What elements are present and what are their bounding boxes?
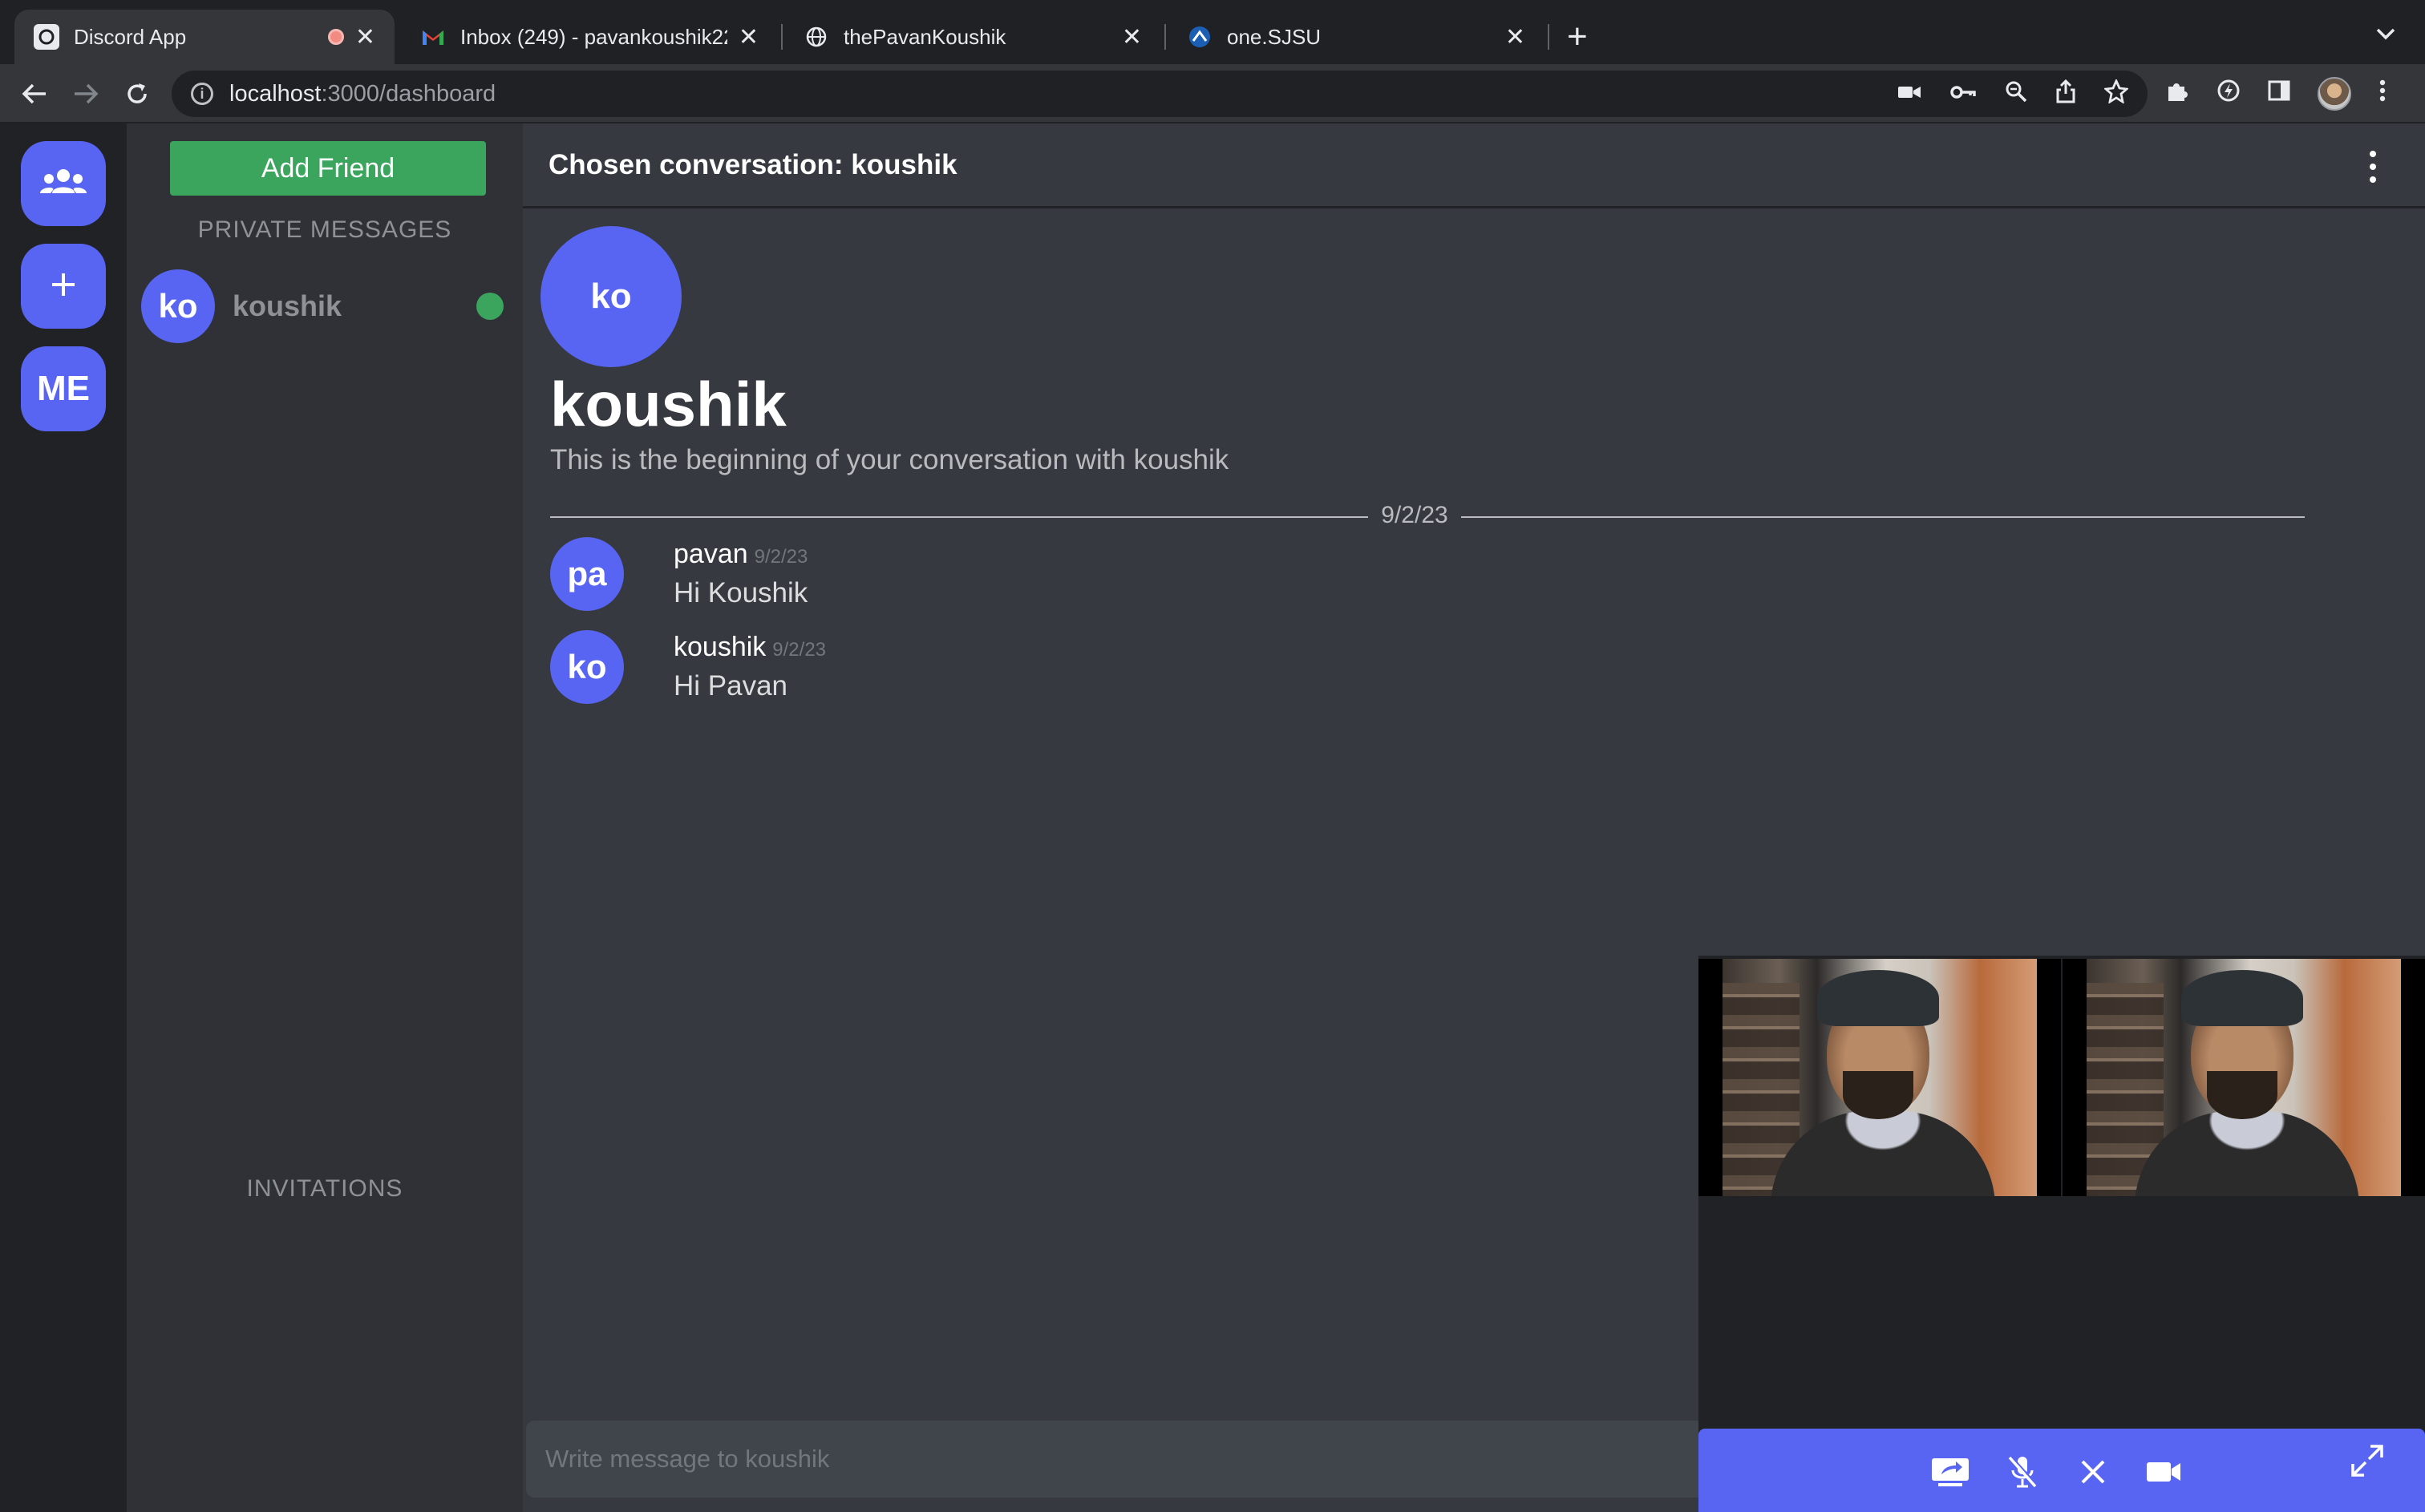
tab-title: one.SJSU <box>1227 24 1322 49</box>
globe-icon <box>804 24 829 50</box>
chat-area: Chosen conversation: koushik ko koushik … <box>523 123 2425 1512</box>
video-call-room <box>1698 956 2425 1512</box>
message-author: koushik <box>674 632 767 662</box>
gmail-favicon-icon <box>420 24 446 50</box>
conversation-intro-text: This is the beginning of your conversati… <box>550 444 1229 475</box>
message-author-line: pavan 9/2/23 <box>674 539 808 570</box>
back-arrow-icon[interactable] <box>14 74 55 114</box>
address-bar[interactable]: i localhost:3000/dashboard <box>172 71 2148 117</box>
browser-tab-strip: Discord App ✕ Inbox (249) - pavankoushik… <box>0 0 2425 64</box>
conversation-name: koushik <box>550 369 787 439</box>
webcam-feed-image <box>2087 959 2401 1196</box>
friends-button[interactable] <box>21 141 106 226</box>
message-text: Hi Koushik <box>674 577 808 608</box>
share-icon[interactable] <box>2056 79 2075 109</box>
discord-app: ME Add Friend PRIVATE MESSAGES ko koushi… <box>0 123 2425 1512</box>
avatar: ko <box>141 269 215 343</box>
chat-header: Chosen conversation: koushik <box>523 123 2425 208</box>
online-status-indicator <box>476 293 504 320</box>
performance-icon[interactable] <box>2217 79 2241 109</box>
new-tab-icon[interactable]: + <box>1567 18 1588 56</box>
message-author-line: koushik 9/2/23 <box>674 632 826 663</box>
friend-name: koushik <box>233 289 342 322</box>
conversation-avatar: ko <box>540 226 682 367</box>
tab-separator <box>1164 24 1166 50</box>
private-messages-panel: Add Friend PRIVATE MESSAGES ko koushik I… <box>127 123 523 1512</box>
tab-close-icon[interactable]: ✕ <box>1505 23 1525 51</box>
local-video-tile <box>1698 959 2061 1196</box>
forward-arrow-icon[interactable] <box>66 74 106 114</box>
add-friend-button[interactable]: Add Friend <box>170 141 486 196</box>
invitations-title: INVITATIONS <box>246 1175 403 1202</box>
star-icon[interactable] <box>2103 78 2130 109</box>
sjsu-favicon-icon <box>1187 24 1212 50</box>
tab-title: Discord App <box>74 24 187 49</box>
tab-title: Inbox (249) - pavankoushik22… <box>460 24 727 49</box>
date-divider: 9/2/23 <box>550 500 2305 532</box>
fullscreen-icon[interactable] <box>2345 1440 2390 1482</box>
message-input-placeholder: Write message to koushik <box>545 1445 830 1473</box>
message-author: pavan <box>674 539 748 569</box>
friend-list-item[interactable]: ko koushik <box>141 268 510 345</box>
omnibox-actions <box>1897 71 2130 117</box>
puzzle-extensions-icon[interactable] <box>2165 79 2189 109</box>
conversation-title: Chosen conversation: koushik <box>549 148 957 180</box>
friends-icon <box>39 166 87 202</box>
message-timestamp: 9/2/23 <box>772 639 827 661</box>
camera-in-use-icon[interactable] <box>1897 81 1921 107</box>
tab-title: thePavanKoushik <box>844 24 1006 49</box>
mic-off-icon[interactable] <box>2000 1451 2045 1493</box>
avatar: ko <box>550 630 624 704</box>
url-host: localhost <box>229 80 322 107</box>
close-icon[interactable] <box>2071 1451 2115 1493</box>
message-timestamp: 9/2/23 <box>754 546 808 568</box>
reload-icon[interactable] <box>117 74 157 114</box>
browser-toolbar: i localhost:3000/dashboard <box>0 64 2425 123</box>
private-messages-title: PRIVATE MESSAGES <box>197 216 452 243</box>
divider-line <box>550 516 1368 518</box>
message-input[interactable]: Write message to koushik <box>526 1421 1713 1498</box>
tab-separator <box>781 24 783 50</box>
tab-close-icon[interactable]: ✕ <box>739 23 759 51</box>
tab-close-icon[interactable]: ✕ <box>1122 23 1142 51</box>
tab-thepavankoushik[interactable]: thePavanKoushik ✕ <box>784 10 1161 64</box>
tab-gmail-inbox[interactable]: Inbox (249) - pavankoushik22… ✕ <box>401 10 778 64</box>
zoom-icon[interactable] <box>2005 80 2027 108</box>
date-divider-label: 9/2/23 <box>1368 502 1461 529</box>
add-server-button[interactable] <box>21 244 106 329</box>
avatar: pa <box>550 537 624 611</box>
message-text: Hi Pavan <box>674 670 788 701</box>
divider-line <box>1461 516 2305 518</box>
recording-indicator-icon <box>327 29 344 45</box>
sidebar-toggle-icon[interactable] <box>2268 79 2290 108</box>
message-item: pa pavan 9/2/23 Hi Koushik <box>550 537 1272 617</box>
screen-share-icon[interactable] <box>1928 1451 1973 1493</box>
tab-separator <box>1548 24 1549 50</box>
message-item: ko koushik 9/2/23 Hi Pavan <box>550 630 1272 710</box>
tab-discord-app[interactable]: Discord App ✕ <box>14 10 395 64</box>
camera-icon[interactable] <box>2141 1451 2186 1493</box>
key-icon[interactable] <box>1950 81 1976 107</box>
url-text: localhost:3000/dashboard <box>229 81 496 107</box>
plus-icon <box>49 270 78 303</box>
url-path: :3000/dashboard <box>321 80 496 107</box>
call-controls-bar <box>1698 1429 2425 1512</box>
site-info-icon[interactable]: i <box>191 83 213 105</box>
more-options-icon[interactable] <box>2369 151 2377 183</box>
me-button[interactable]: ME <box>21 346 106 431</box>
more-menu-icon[interactable] <box>2378 79 2387 109</box>
tab-one-sjsu[interactable]: one.SJSU ✕ <box>1168 10 1544 64</box>
server-rail: ME <box>0 123 127 1512</box>
extension-icons <box>2165 74 2387 114</box>
tab-close-icon[interactable]: ✕ <box>355 23 375 51</box>
remote-video-tile <box>2063 959 2425 1196</box>
discord-favicon-icon <box>34 24 59 50</box>
profile-avatar[interactable] <box>2318 77 2351 111</box>
webcam-feed-image <box>1723 959 2037 1196</box>
chevron-down-icon[interactable] <box>2375 18 2396 47</box>
